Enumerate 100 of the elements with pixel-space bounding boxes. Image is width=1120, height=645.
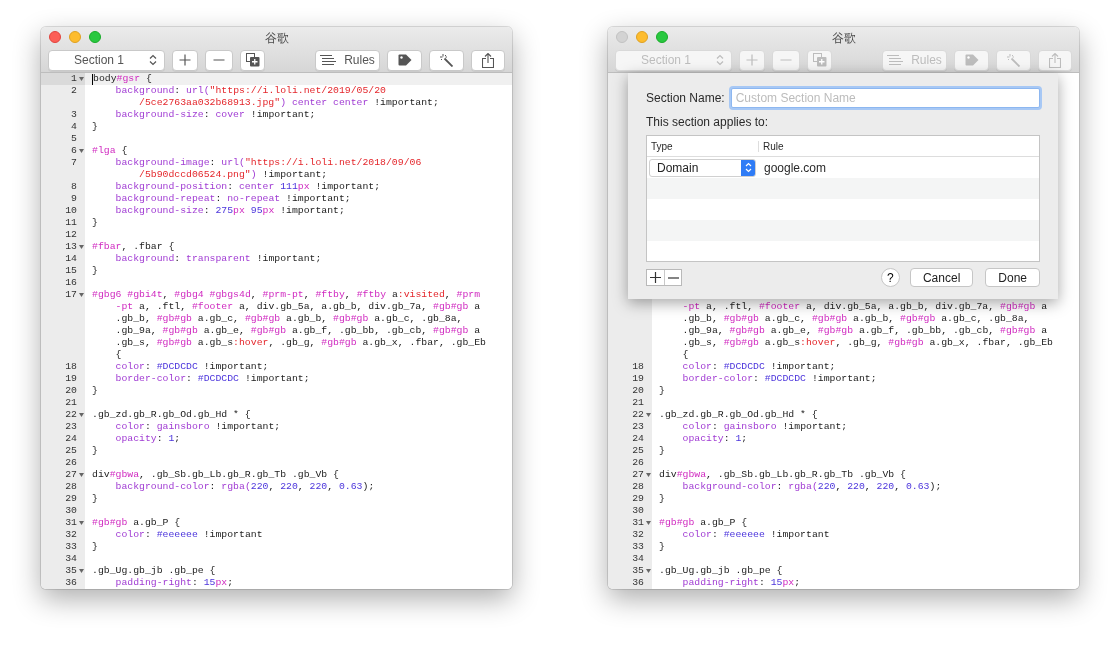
list-icon [887,55,904,65]
line-number: 20 [632,385,644,397]
line-number: 11 [65,217,77,229]
add-button[interactable] [172,49,198,71]
field-label: Section Name: [646,91,725,105]
fold-arrow-icon[interactable] [79,77,84,81]
zoom-button[interactable] [656,31,668,43]
done-button[interactable]: Done [985,268,1040,287]
tag-icon [964,54,979,66]
share-button[interactable] [471,49,505,71]
line-number: 33 [65,541,77,553]
code-line: { [114,349,122,361]
section-name-field[interactable]: Custom Section Name [730,88,1040,108]
code-line: color: #DCDCDC !important; [114,361,269,373]
code-line: /5b90dccd06524.png") !important; [138,169,328,181]
stepper-icon [716,54,724,66]
code-line: #fbar, .fbar { [92,241,175,253]
code-line: } [92,541,98,553]
fold-arrow-icon[interactable] [79,521,84,525]
magic-wand-button[interactable] [429,49,464,71]
line-number: 7 [71,157,77,169]
code-line: } [92,493,98,505]
fold-arrow-icon[interactable] [79,569,84,573]
fold-arrow-icon[interactable] [646,413,651,417]
rules-button[interactable]: Rules [315,49,380,71]
duplicate-button[interactable] [240,49,265,71]
remove-button[interactable] [205,49,233,71]
add-rule-button[interactable] [647,270,664,285]
remove-rule-button[interactable] [664,270,681,285]
minus-icon [213,59,225,61]
code-line: background-image: url("https://i.loli.net/2018/09/06 [114,157,422,169]
code-line: padding-right: 15px; [114,577,234,589]
code-line: color: gainsboro !important; [681,421,848,433]
close-button[interactable] [49,31,61,43]
line-number: 6 [71,145,77,157]
fold-arrow-icon[interactable] [646,521,651,525]
stepper-icon [149,54,157,66]
magic-wand-icon [1007,53,1020,67]
window-title: 谷歌 [264,29,289,47]
line-number: 3 [71,109,77,121]
code-line: } [92,217,98,229]
line-number: 32 [65,529,77,541]
fold-arrow-icon[interactable] [79,149,84,153]
code-line: body#gsr { [93,73,152,85]
code-line: .gb_9a, #gb#gb a.gb_e, #gb#gb a.gb_f, .gb_bb, .gb_cb, #gb#gb a [114,325,481,337]
minus-icon [667,276,679,279]
tag-button[interactable] [387,49,422,71]
magic-wand-icon [440,53,453,67]
code-line: { [681,349,689,361]
line-number: 36 [632,577,644,589]
code-line: opacity: 1; [114,433,181,445]
line-number: 13 [65,241,77,253]
code-line: background-position: center 111px !important; [114,181,381,193]
code-line: color: #eeeeee !important [681,529,830,541]
line-number: 31 [632,517,644,529]
fold-arrow-icon[interactable] [79,473,84,477]
code-line: /5ce2763aa032b68913.jpg") center center !important; [138,97,439,109]
code-line: background-size: cover !important; [114,109,316,121]
line-number: 25 [632,445,644,457]
share-icon [1049,52,1061,68]
column-header[interactable]: Rule [759,140,784,152]
rule-field[interactable]: google.com [759,160,827,175]
plus-icon [746,54,758,66]
line-number: 26 [65,457,77,469]
line-number: 16 [65,277,77,289]
fold-arrow-icon[interactable] [79,245,84,249]
line-number: 25 [65,445,77,457]
fold-arrow-icon[interactable] [79,413,84,417]
line-number: 19 [632,373,644,385]
line-number: 35 [632,565,644,577]
code-line: color: #eeeeee !important [114,529,263,541]
type-popup[interactable]: Domain [649,158,756,177]
fold-arrow-icon[interactable] [79,293,84,297]
line-number: 30 [65,505,77,517]
code-line: background-size: 275px 95px !important; [114,205,345,217]
section-popup[interactable]: Section 1 [48,49,165,71]
fold-arrow-icon[interactable] [646,569,651,573]
line-number: 21 [65,397,77,409]
fold-arrow-icon[interactable] [646,473,651,477]
cancel-button[interactable]: Cancel [909,268,974,287]
line-number: 21 [632,397,644,409]
code-line: } [659,385,665,397]
code-line: color: #DCDCDC !important; [681,361,836,373]
code-line: .gb_s, #gb#gb a.gb_s:hover, .gb_g, #gb#gb a.gb_x, .fbar, .gb_Eb [114,337,486,349]
line-number: 17 [65,289,77,301]
code-line: } [659,493,665,505]
code-line: #gb#gb a.gb_P { [659,517,748,529]
code-line: } [92,445,98,457]
stepper-icon [741,159,755,176]
share-icon [482,52,494,68]
zoom-button[interactable] [89,31,101,43]
window-title: 谷歌 [831,29,856,47]
code-line: #lga { [92,145,128,157]
code-line: } [92,265,98,277]
line-number: 24 [65,433,77,445]
column-header[interactable]: Type [647,140,759,152]
line-number: 34 [65,553,77,565]
line-number: 2 [71,85,77,97]
help-button[interactable]: ? [880,268,900,287]
code-line: background: url("https://i.loli.net/2019/05/20 [114,85,386,97]
